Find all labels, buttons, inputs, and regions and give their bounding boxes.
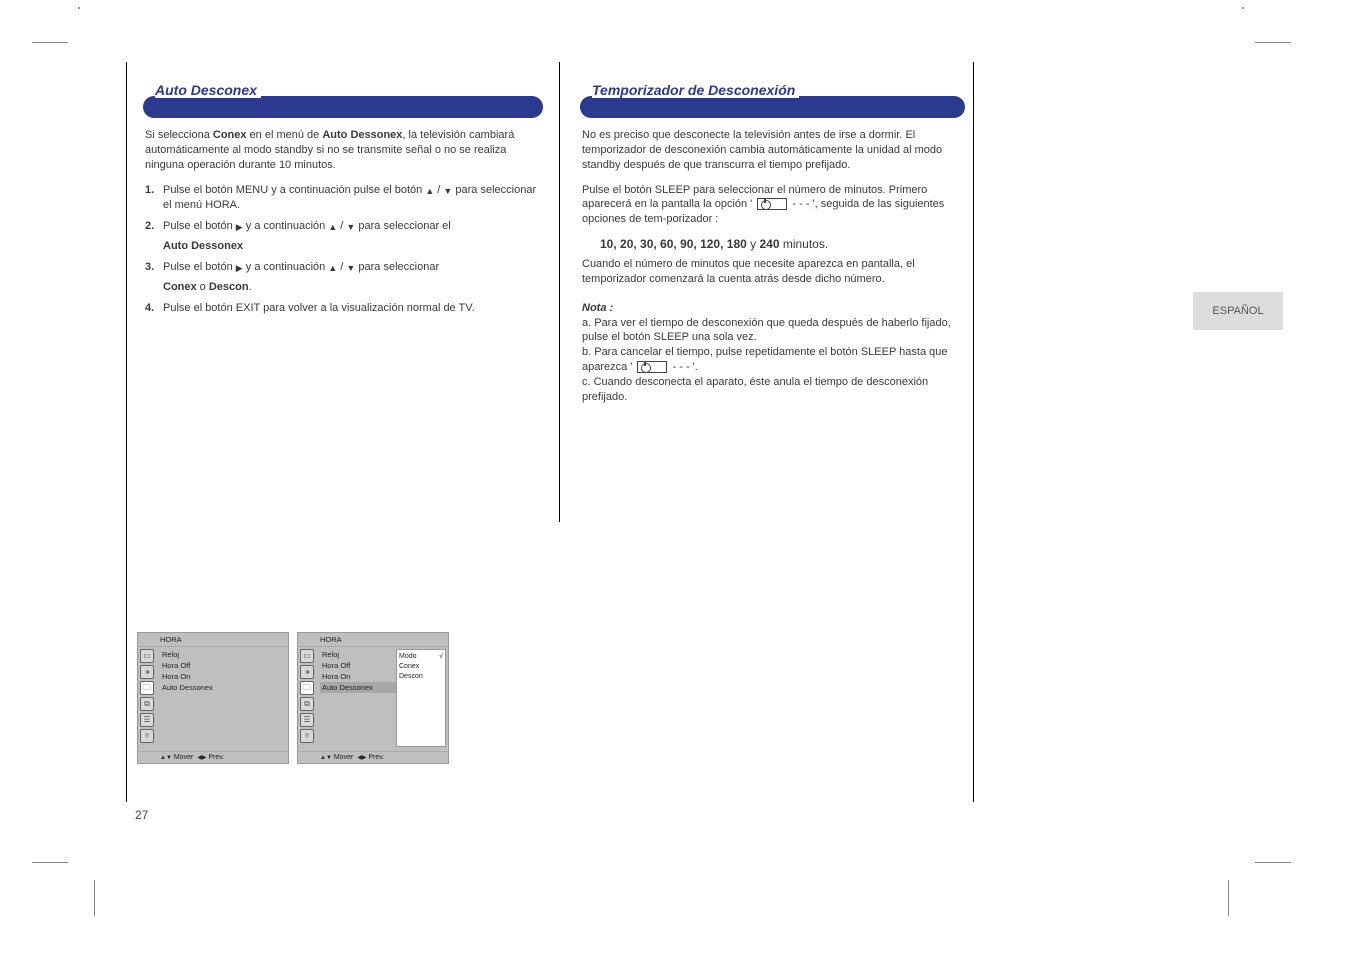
osd-icon-column: ▭ 🕩 🗀 ⧉ ☰ ⌾ [138,647,156,751]
osd-icon-column: ▭ 🕩 🗀 ⧉ ☰ ⌾ [298,647,316,751]
up-arrow-icon [328,261,337,276]
osd-detail-popup: Modo√ Conex Descon [396,649,446,747]
down-arrow-icon [443,184,452,199]
paragraph-1: No es preciso que desconecte la televisi… [582,128,963,173]
left-column: Auto Desconex Si selecciona Conex en el … [137,62,549,319]
right-column: Temporizador de Desconexión No es precis… [559,62,971,522]
paragraph-2: Pulse el botón SLEEP para seleccionar el… [582,183,963,228]
notes-block: Nota : a. Para ver el tiempo de desconex… [582,301,963,405]
manual-page: ESPAÑOL Auto Desconex Si selecciona Cone… [126,62,974,802]
osd-header: HORA [138,633,288,647]
crop-mark [94,880,95,916]
step-1: 1. Pulse el botón MENU y a continuación … [145,183,541,214]
page-number: 27 [135,808,148,822]
section-title: Auto Desconex [155,82,261,98]
osd-panel-1: HORA ▭ 🕩 🗀 ⧉ ☰ ⌾ Reloj Hora Off Hora On … [137,632,289,764]
osd-cat-icon: 🗀 [140,681,154,695]
osd-footer: ▲▼ Mover ◀▶ Prev. [298,751,448,763]
intro-paragraph: Si selecciona Conex en el menú de Auto D… [145,128,541,173]
note-b: b. Para cancelar el tiempo, pulse repeti… [582,345,963,375]
osd-footer: ▲▼ Mover ◀▶ Prev. [138,751,288,763]
step-2-selection: Auto Dessonex [163,239,541,254]
crop-mark [1255,42,1291,43]
crop-mark [1228,880,1229,916]
sleep-times: 10, 20, 30, 60, 90, 120, 180 y 240 minut… [600,237,963,251]
note-a: a. Para ver el tiempo de desconexión que… [582,316,963,346]
paragraph-3: Cuando el número de minutos que necesite… [582,257,963,287]
osd-cat-icon: ▭ [140,649,154,663]
step-3: 3. Pulse el botón y a continuación / par… [145,260,541,276]
crop-mark [32,862,68,863]
osd-cat-icon: ⧉ [140,697,154,711]
up-arrow-icon [425,184,434,199]
osd-panel-2: HORA ▭ 🕩 🗀 ⧉ ☰ ⌾ Reloj Hora Off Hora On … [297,632,449,764]
osd-cat-icon: 🕩 [300,665,314,679]
osd-cat-icon: ☰ [140,713,154,727]
osd-menu-list: Reloj Hora Off Hora On Auto Dessonex Mod… [316,647,448,751]
sleep-timer-icon [757,198,787,210]
osd-cat-icon: ⌾ [300,729,314,743]
osd-screenshots: HORA ▭ 🕩 🗀 ⧉ ☰ ⌾ Reloj Hora Off Hora On … [137,632,449,764]
osd-menu-list: Reloj Hora Off Hora On Auto Dessonex [156,647,288,751]
osd-cat-icon: 🕩 [140,665,154,679]
note-c: c. Cuando desconecta el aparato, éste an… [582,375,963,405]
osd-cat-icon: ☰ [300,713,314,727]
osd-header: HORA [298,633,448,647]
down-arrow-icon [346,261,355,276]
section-header-right: Temporizador de Desconexión [580,96,965,118]
section-header-left: Auto Desconex [143,96,543,118]
step-4: 4. Pulse el botón EXIT para volver a la … [145,301,541,316]
language-tab: ESPAÑOL [1193,292,1283,330]
registration-dot [1242,7,1244,9]
registration-dot [78,7,80,9]
crop-mark [1255,862,1291,863]
osd-cat-icon: ⌾ [140,729,154,743]
right-arrow-icon [236,261,243,276]
osd-cat-icon: ▭ [300,649,314,663]
crop-mark [32,42,68,43]
notes-title: Nota : [582,301,963,316]
section-title: Temporizador de Desconexión [592,82,799,98]
up-arrow-icon [328,220,337,235]
step-3-selection: Conex o Descon. [163,280,541,295]
step-2: 2. Pulse el botón y a continuación / par… [145,219,541,235]
osd-cat-icon: ⧉ [300,697,314,711]
osd-cat-icon: 🗀 [300,681,314,695]
right-arrow-icon [236,220,243,235]
down-arrow-icon [346,220,355,235]
sleep-timer-icon [637,361,667,373]
